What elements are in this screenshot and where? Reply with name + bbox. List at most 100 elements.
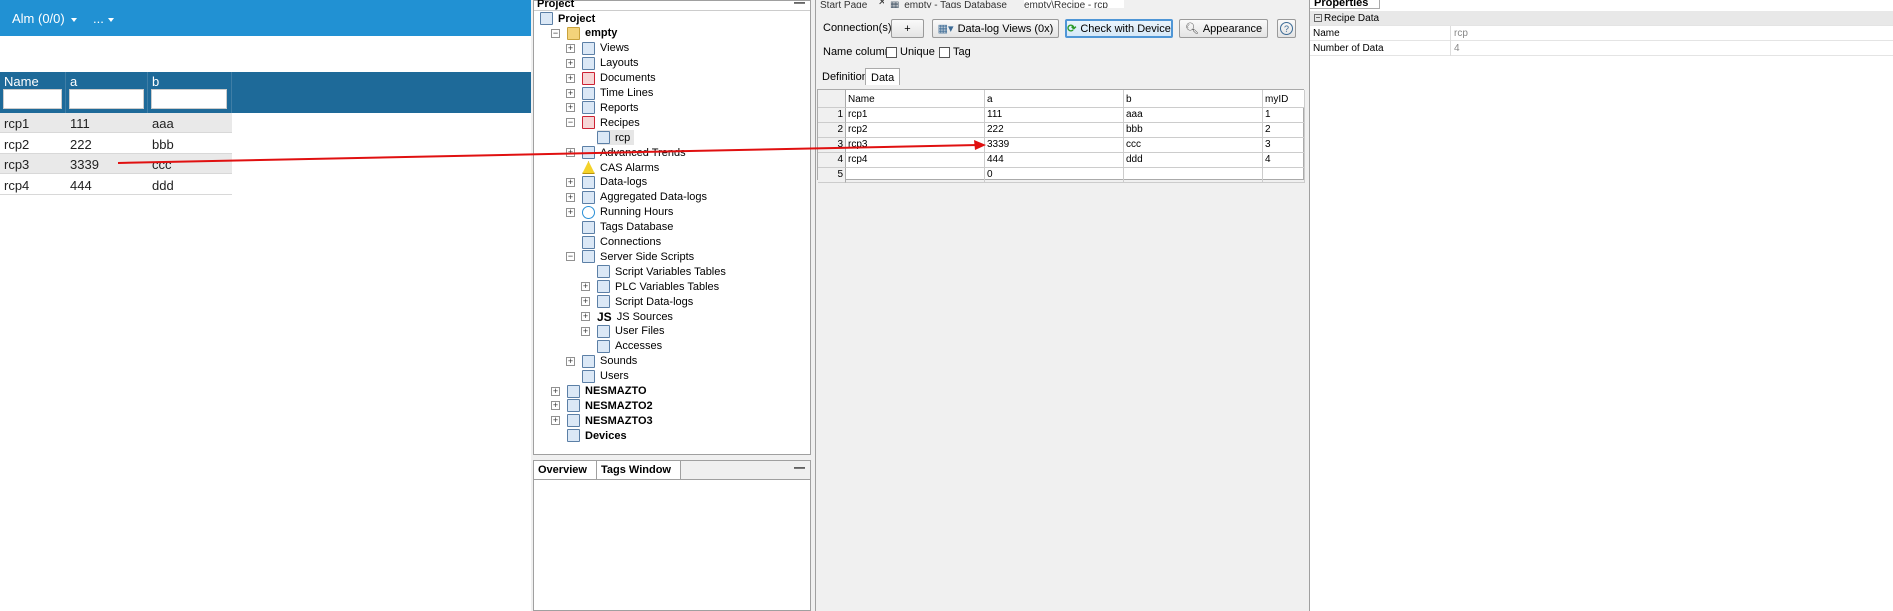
tree-item-plc-variables-tables[interactable]: + PLC Variables Tables <box>581 279 719 294</box>
tree-item-recipes[interactable]: − Recipes <box>566 115 640 130</box>
tree-item-accesses[interactable]: Accesses <box>597 339 662 354</box>
tab-overview[interactable]: Overview <box>534 461 597 479</box>
property-row[interactable]: Number of Data 4 <box>1310 41 1893 56</box>
table-cell[interactable]: ddd <box>1124 153 1263 168</box>
table-row[interactable]: rcp3 3339 ccc <box>0 154 232 174</box>
expand-icon[interactable]: + <box>566 356 575 366</box>
table-cell[interactable]: 3 <box>1263 138 1305 153</box>
table-row[interactable]: rcp2 222 bbb <box>0 134 232 154</box>
collapse-icon[interactable]: − <box>551 28 560 38</box>
table-cell[interactable]: 444 <box>985 153 1124 168</box>
table-cell[interactable]: bbb <box>1124 123 1263 138</box>
expand-icon[interactable]: + <box>566 43 575 53</box>
add-connection-button[interactable]: + <box>891 19 924 38</box>
tree-item-cas-alarms[interactable]: CAS Alarms <box>582 160 659 175</box>
minimize-button[interactable]: — <box>794 462 805 474</box>
table-row[interactable]: 2 rcp2 222 bbb 2 <box>818 123 1305 138</box>
collapse-icon[interactable]: − <box>566 252 575 262</box>
table-cell[interactable]: 111 <box>985 108 1124 123</box>
tree-item-reports[interactable]: + Reports <box>566 100 639 115</box>
expand-icon[interactable]: + <box>566 73 575 83</box>
more-dropdown[interactable]: ... <box>93 11 114 26</box>
expand-icon[interactable]: + <box>566 148 575 158</box>
recipe-data-section[interactable]: − Recipe Data <box>1310 11 1893 26</box>
tree-item-rcp[interactable]: rcp <box>597 130 635 146</box>
property-row[interactable]: Name rcp <box>1310 26 1893 41</box>
expand-icon[interactable]: + <box>581 297 590 307</box>
tree-item-time-lines[interactable]: + Time Lines <box>566 86 653 101</box>
expand-icon[interactable]: + <box>581 312 590 321</box>
name-filter-input[interactable] <box>3 89 62 109</box>
expand-icon[interactable]: + <box>581 282 590 292</box>
table-row[interactable]: rcp1 111 aaa <box>0 113 232 133</box>
table-cell[interactable]: rcp2 <box>846 123 985 138</box>
table-cell[interactable]: ccc <box>1124 138 1263 153</box>
help-button[interactable]: ? <box>1277 19 1296 38</box>
table-cell[interactable]: 2 <box>1263 123 1305 138</box>
collapse-icon[interactable]: − <box>566 118 575 128</box>
table-cell[interactable]: rcp4 <box>846 153 985 168</box>
tree-item-js-sources[interactable]: + JS JS Sources <box>581 309 673 324</box>
tree-item-nesmazto[interactable]: + NESMAZTO <box>551 384 647 399</box>
tab-data[interactable]: Data <box>865 68 901 85</box>
table-cell[interactable]: 4 <box>1263 153 1305 168</box>
tree-item-sounds[interactable]: + Sounds <box>566 354 637 369</box>
table-cell[interactable]: 1 <box>1263 108 1305 123</box>
datalog-views-button[interactable]: ▦▾ Data-log Views (0x) <box>932 19 1059 38</box>
table-row[interactable]: rcp4 444 ddd <box>0 175 232 195</box>
table-cell[interactable]: rcp3 <box>846 138 985 153</box>
column-header[interactable]: a <box>985 90 1124 108</box>
check-with-device-button[interactable]: ⟳ Check with Device <box>1065 19 1173 38</box>
tree-item-nesmazto2[interactable]: + NESMAZTO2 <box>551 398 653 413</box>
tree-item-connections[interactable]: Connections <box>582 235 661 250</box>
alarms-dropdown[interactable]: Alm (0/0) <box>12 11 77 26</box>
table-cell[interactable] <box>1263 168 1305 183</box>
tree-item-empty[interactable]: − empty <box>551 26 617 41</box>
minimize-button[interactable]: — <box>794 0 805 9</box>
column-header[interactable]: b <box>1124 90 1263 108</box>
tree-item-users[interactable]: Users <box>582 369 629 384</box>
tree-item-running-hours[interactable]: + Running Hours <box>566 205 673 220</box>
a-filter-input[interactable] <box>69 89 144 109</box>
table-cell[interactable]: aaa <box>1124 108 1263 123</box>
expand-icon[interactable]: + <box>551 386 560 396</box>
expand-icon[interactable]: + <box>566 207 575 217</box>
appearance-button[interactable]: 🔍︎ Appearance <box>1179 19 1268 38</box>
table-row[interactable]: 5 0 <box>818 168 1305 183</box>
tree-item-nesmazto3[interactable]: + NESMAZTO3 <box>551 413 653 428</box>
tree-item-server-side-scripts[interactable]: − Server Side Scripts <box>566 249 694 264</box>
table-cell[interactable]: 222 <box>985 123 1124 138</box>
expand-icon[interactable]: + <box>581 326 590 336</box>
expand-icon[interactable]: + <box>551 401 560 411</box>
table-cell[interactable]: 3339 <box>985 138 1124 153</box>
table-row[interactable]: 4 rcp4 444 ddd 4 <box>818 153 1305 168</box>
tree-item-script-data-logs[interactable]: + Script Data-logs <box>581 294 693 309</box>
table-cell[interactable]: 0 <box>985 168 1124 183</box>
close-icon[interactable]: ✕ <box>878 0 884 8</box>
tree-item-tags-database[interactable]: Tags Database <box>582 220 673 235</box>
tree-item-project[interactable]: Project <box>540 11 595 26</box>
collapse-icon[interactable]: − <box>1314 14 1322 22</box>
tree-item-documents[interactable]: + Documents <box>566 71 656 86</box>
table-cell[interactable]: rcp1 <box>846 108 985 123</box>
table-cell[interactable] <box>846 168 985 183</box>
column-header[interactable]: Name <box>846 90 985 108</box>
tree-item-script-variables-tables[interactable]: Script Variables Tables <box>597 264 726 279</box>
column-header[interactable]: myID <box>1263 90 1305 108</box>
tag-checkbox[interactable]: Tag <box>939 46 971 58</box>
table-row[interactable]: 1 rcp1 111 aaa 1 <box>818 108 1305 123</box>
tab-tags-window[interactable]: Tags Window <box>597 461 681 479</box>
table-row[interactable]: 3 rcp3 3339 ccc 3 <box>818 138 1305 153</box>
expand-icon[interactable]: + <box>566 88 575 98</box>
expand-icon[interactable]: + <box>551 416 560 426</box>
tree-item-views[interactable]: + Views <box>566 41 629 56</box>
unique-checkbox[interactable]: Unique <box>886 46 935 58</box>
expand-icon[interactable]: + <box>566 192 575 202</box>
doc-tab-start-page[interactable]: Start Page ✕ <box>820 0 884 8</box>
tree-item-aggregated-data-logs[interactable]: + Aggregated Data-logs <box>566 190 707 205</box>
tree-item-layouts[interactable]: + Layouts <box>566 56 639 71</box>
table-cell[interactable] <box>1124 168 1263 183</box>
b-filter-input[interactable] <box>151 89 227 109</box>
expand-icon[interactable]: + <box>566 58 575 68</box>
doc-tab-tags-database[interactable]: ▦ empty - Tags Database ✕ <box>890 0 1020 8</box>
